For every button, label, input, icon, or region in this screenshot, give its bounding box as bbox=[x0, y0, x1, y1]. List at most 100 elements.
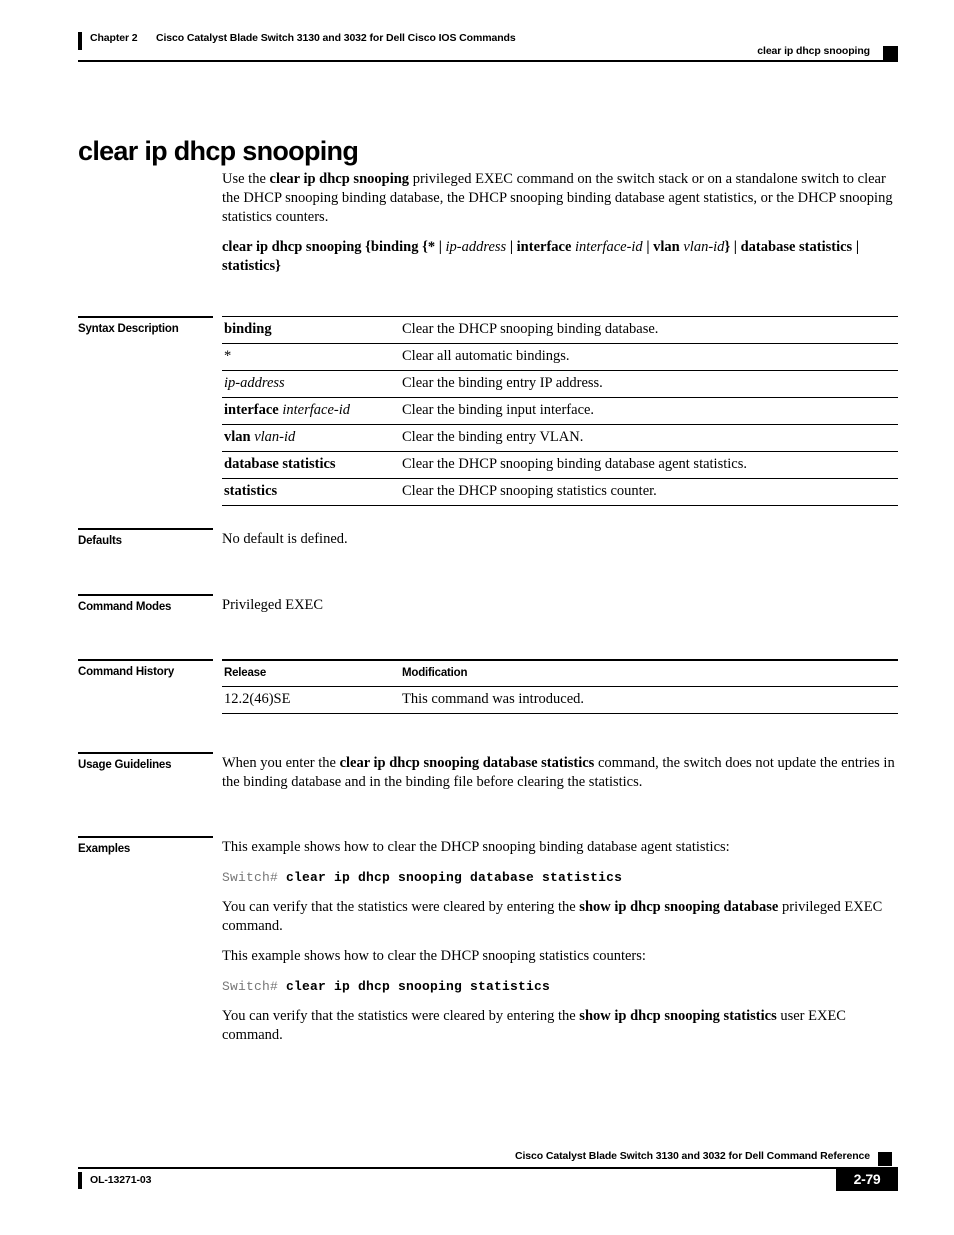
syntax-term-keyword: interface bbox=[224, 402, 279, 418]
column-header-release: Release bbox=[222, 659, 400, 687]
syntax-desc: Clear the binding input interface. bbox=[400, 397, 898, 425]
syntax-term-text: ip-address bbox=[224, 375, 285, 391]
header-divider bbox=[78, 60, 898, 62]
usage-guidelines-block: When you enter the clear ip dhcp snoopin… bbox=[222, 754, 898, 792]
syntax-term-text: binding bbox=[224, 321, 272, 337]
footer-divider bbox=[78, 1167, 868, 1169]
syntax-desc: Clear the binding entry VLAN. bbox=[400, 424, 898, 452]
page-title: clear ip dhcp snooping bbox=[78, 136, 359, 167]
intro-text-a: Use the bbox=[222, 171, 270, 187]
examples-block: This example shows how to clear the DHCP… bbox=[222, 838, 898, 1045]
syntax-desc: Clear all automatic bindings. bbox=[400, 343, 898, 371]
page-footer: Cisco Catalyst Blade Switch 3130 and 303… bbox=[78, 1150, 898, 1210]
cli-command: clear ip dhcp snooping statistics bbox=[286, 979, 551, 994]
verify-command-bold: show ip dhcp snooping statistics bbox=[579, 1008, 777, 1024]
intro-command-bold: clear ip dhcp snooping bbox=[269, 171, 410, 187]
syntax-desc: Clear the DHCP snooping binding database… bbox=[400, 316, 898, 344]
section-label-command-modes: Command Modes bbox=[78, 594, 213, 613]
syntax-star: * bbox=[427, 239, 436, 255]
syntax-statistics: statistics bbox=[222, 258, 276, 274]
command-history-table: Release Modification 12.2(46)SE This com… bbox=[222, 659, 898, 714]
syntax-interface-id: interface-id bbox=[575, 239, 643, 255]
usage-command-bold: clear ip dhcp snooping database statisti… bbox=[339, 755, 595, 771]
syntax-interface: interface bbox=[516, 239, 572, 255]
footer-document-title: Cisco Catalyst Blade Switch 3130 and 303… bbox=[515, 1150, 870, 1162]
syntax-term-text: database statistics bbox=[224, 456, 336, 472]
table-row: interface interface-id Clear the binding… bbox=[222, 397, 898, 425]
command-modes-block: Privileged EXEC bbox=[222, 596, 898, 615]
cli-command: clear ip dhcp snooping database statisti… bbox=[286, 870, 623, 885]
modification-value: This command was introduced. bbox=[400, 686, 898, 714]
syntax-bar2: | bbox=[506, 239, 517, 255]
syntax-binding: binding bbox=[370, 239, 419, 255]
example-intro-2: This example shows how to clear the DHCP… bbox=[222, 948, 646, 964]
syntax-term: interface interface-id bbox=[222, 397, 400, 425]
header-running-command: clear ip dhcp snooping bbox=[757, 45, 870, 57]
syntax-desc: Clear the DHCP snooping statistics count… bbox=[400, 478, 898, 506]
syntax-term-keyword: vlan bbox=[224, 429, 251, 445]
syntax-vlan: vlan bbox=[653, 239, 680, 255]
syntax-term: database statistics bbox=[222, 451, 400, 479]
table-row: database statistics Clear the DHCP snoop… bbox=[222, 451, 898, 479]
usage-guidelines-paragraph: When you enter the clear ip dhcp snoopin… bbox=[222, 754, 898, 792]
syntax-term-variable: vlan-id bbox=[254, 429, 296, 445]
page-number-badge: 2-79 bbox=[836, 1167, 898, 1191]
syntax-desc: Clear the DHCP snooping binding database… bbox=[400, 451, 898, 479]
syntax-line: clear ip dhcp snooping {binding {* | ip-… bbox=[222, 238, 898, 276]
syntax-close-brace: } bbox=[275, 258, 281, 274]
command-modes-text: Privileged EXEC bbox=[222, 597, 324, 613]
footer-document-id: OL-13271-03 bbox=[90, 1174, 152, 1186]
section-label-command-history: Command History bbox=[78, 659, 213, 678]
defaults-block: No default is defined. bbox=[222, 530, 898, 549]
syntax-bar4: | bbox=[730, 239, 741, 255]
syntax-ip-address: ip-address bbox=[445, 239, 507, 255]
table-row: statistics Clear the DHCP snooping stati… bbox=[222, 478, 898, 506]
syntax-term: ip-address bbox=[222, 370, 400, 398]
syntax-term: statistics bbox=[222, 478, 400, 506]
document-page: Chapter 2 Cisco Catalyst Blade Switch 31… bbox=[0, 0, 954, 1235]
defaults-text: No default is defined. bbox=[222, 531, 348, 547]
release-value: 12.2(46)SE bbox=[222, 686, 400, 714]
cli-prompt: Switch# bbox=[222, 979, 287, 994]
section-label-examples: Examples bbox=[78, 836, 213, 855]
table-row: binding Clear the DHCP snooping binding … bbox=[222, 316, 898, 344]
header-tab-marker bbox=[883, 46, 898, 61]
verify-text-a: You can verify that the statistics were … bbox=[222, 1008, 580, 1024]
header-chapter-label: Chapter 2 bbox=[90, 32, 138, 44]
example-intro-1: This example shows how to clear the DHCP… bbox=[222, 839, 730, 855]
syntax-bar5: | bbox=[852, 239, 860, 255]
page-header: Chapter 2 Cisco Catalyst Blade Switch 31… bbox=[78, 30, 898, 70]
section-label-defaults: Defaults bbox=[78, 528, 213, 547]
section-label-syntax-description: Syntax Description bbox=[78, 316, 213, 335]
syntax-term-text: * bbox=[224, 348, 232, 364]
footer-left-marker bbox=[78, 1172, 82, 1189]
footer-tab-marker bbox=[878, 1152, 892, 1166]
syntax-database-statistics: database statistics bbox=[740, 239, 853, 255]
column-header-modification: Modification bbox=[400, 659, 898, 687]
table-row: 12.2(46)SE This command was introduced. bbox=[222, 686, 898, 714]
table-header-row: Release Modification bbox=[222, 659, 898, 687]
table-row: * Clear all automatic bindings. bbox=[222, 343, 898, 371]
syntax-bar3: | bbox=[642, 239, 654, 255]
section-label-usage-guidelines: Usage Guidelines bbox=[78, 752, 213, 771]
intro-paragraph: Use the clear ip dhcp snooping privilege… bbox=[222, 170, 898, 227]
syntax-term-variable: interface-id bbox=[282, 402, 351, 418]
syntax-command: clear ip dhcp snooping bbox=[222, 239, 362, 255]
intro-block: Use the clear ip dhcp snooping privilege… bbox=[222, 170, 898, 276]
table-row: vlan vlan-id Clear the binding entry VLA… bbox=[222, 424, 898, 452]
example-verify-2: You can verify that the statistics were … bbox=[222, 1007, 898, 1045]
verify-command-bold: show ip dhcp snooping database bbox=[579, 899, 779, 915]
verify-text-a: You can verify that the statistics were … bbox=[222, 899, 580, 915]
header-document-title: Cisco Catalyst Blade Switch 3130 and 303… bbox=[156, 32, 516, 44]
syntax-term: vlan vlan-id bbox=[222, 424, 400, 452]
syntax-vlan-id: vlan-id bbox=[683, 239, 725, 255]
example-code-2: Switch# clear ip dhcp snooping statistic… bbox=[222, 977, 898, 996]
syntax-term: binding bbox=[222, 316, 400, 344]
syntax-term-text: statistics bbox=[224, 483, 278, 499]
example-verify-1: You can verify that the statistics were … bbox=[222, 898, 898, 936]
cli-prompt: Switch# bbox=[222, 870, 287, 885]
usage-text-a: When you enter the bbox=[222, 755, 340, 771]
syntax-description-table: binding Clear the DHCP snooping binding … bbox=[222, 316, 898, 506]
syntax-term: * bbox=[222, 343, 400, 371]
syntax-desc: Clear the binding entry IP address. bbox=[400, 370, 898, 398]
